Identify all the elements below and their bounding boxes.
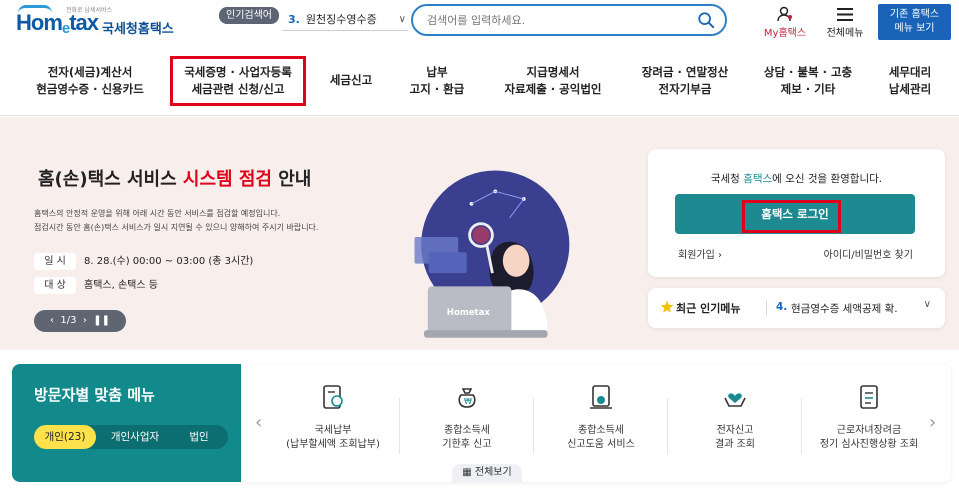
divider xyxy=(667,398,668,454)
tab-sole-proprietor[interactable]: 개인사업자 xyxy=(100,425,170,449)
chevron-down-icon: ∨ xyxy=(398,14,406,25)
svg-text:₩: ₩ xyxy=(464,397,472,406)
visitor-menu-title: 방문자별 맞춤 메뉴 xyxy=(34,386,155,404)
divider xyxy=(399,398,400,454)
popular-search-dropdown[interactable]: 3. 원천징수영수증 ∨ xyxy=(282,9,408,31)
search-input[interactable] xyxy=(427,10,687,30)
my-hometax-label: My홈택스 xyxy=(763,28,807,39)
service-item-tax-payment[interactable]: 국세납부 (납부할세액 조회납부) xyxy=(267,384,399,456)
search-box xyxy=(411,4,727,36)
grid-icon: ▦ xyxy=(462,467,472,478)
service-item-efiling-result[interactable]: 전자신고 결과 조회 xyxy=(669,384,801,456)
welcome-text: 국세청 홈택스에 오신 것을 환영합니다. xyxy=(648,171,945,186)
view-all-button[interactable]: ▦ 전체보기 xyxy=(452,464,522,482)
hero-title-part: 안내 xyxy=(271,169,312,190)
service-label: 국세납부 (납부할세액 조회납부) xyxy=(286,425,380,450)
maintenance-illustration: Hometax xyxy=(414,170,570,338)
date-value: 8. 28.(수) 00:00 ~ 03:00 (총 3시간) xyxy=(84,256,254,267)
find-account-link[interactable]: 아이디/비밀번호 찾기 xyxy=(824,246,913,261)
chevron-down-icon[interactable]: ∨ xyxy=(924,299,931,310)
service-item-late-filing[interactable]: ₩ 종합소득세 기한후 신고 xyxy=(401,384,533,456)
welcome-part: 에 오신 것을 환영합니다. xyxy=(772,173,883,185)
target-tag: 대 상 xyxy=(34,277,76,294)
tab-corporation[interactable]: 법인 xyxy=(174,425,224,449)
rank-text: 원천징수영수증 xyxy=(305,13,377,26)
visitor-menu-panel: 방문자별 맞춤 메뉴 개인(23) 개인사업자 법인 xyxy=(12,364,241,482)
nav-item-einvoice[interactable]: 전자(세금)계산서 현금영수증 · 신용카드 xyxy=(28,64,152,104)
info-row-date: 일 시 8. 28.(수) 00:00 ~ 03:00 (총 3시간) xyxy=(34,252,253,270)
search-icon[interactable] xyxy=(697,11,715,29)
my-hometax-button[interactable]: My홈택스 xyxy=(756,6,814,40)
nav-item-statements[interactable]: 지급명세서 자료제출 · 공익법인 xyxy=(492,64,614,104)
service-item-filing-help[interactable]: 종합소득세 신고도움 서비스 xyxy=(535,384,667,456)
visitor-tabs: 개인(23) 개인사업자 법인 xyxy=(34,425,228,449)
document-stamp-icon xyxy=(590,385,612,409)
popular-menu-title: 최근 인기메뉴 xyxy=(676,302,741,315)
all-menu-button[interactable]: 전체메뉴 xyxy=(820,6,870,40)
nav-item-incentives[interactable]: 장려금 · 연말정산 전자기부금 xyxy=(630,64,740,104)
divider xyxy=(766,300,767,316)
nav-item-consulting[interactable]: 상담 · 불복 · 고충 제보 · 기타 xyxy=(752,64,864,104)
service-label: 전자신고 결과 조회 xyxy=(715,425,755,450)
money-bag-icon: ₩ xyxy=(458,388,476,408)
target-value: 홈택스, 손택스 등 xyxy=(84,280,158,291)
service-label: 종합소득세 기한후 신고 xyxy=(442,425,492,450)
star-icon xyxy=(660,300,674,313)
hamburger-icon xyxy=(837,8,853,21)
info-row-target: 대 상 홈택스, 손택스 등 xyxy=(34,276,158,294)
pager-count: 1/3 xyxy=(60,315,77,326)
all-menu-label: 전체메뉴 xyxy=(826,28,864,39)
nav-item-tax-filing[interactable]: 세금신고 xyxy=(318,72,384,112)
legacy-menu-button[interactable]: 기존 홈택스 메뉴 보기 xyxy=(878,4,951,40)
service-item-child-incentive[interactable]: 근로자녀장려금 정기 심사진행상황 조회 xyxy=(803,384,935,456)
hometax-logo[interactable]: Hometax 전화로 납세서비스 국세청홈택스 xyxy=(16,5,176,39)
popular-menu-item[interactable]: 현금영수증 세액공제 확. xyxy=(791,301,921,316)
hero-title-highlight: 시스템 점검 xyxy=(182,169,272,190)
divider xyxy=(801,398,802,454)
document-payment-icon xyxy=(323,385,343,409)
pause-icon[interactable]: ❚❚ xyxy=(93,315,110,326)
welcome-part: 국세청 xyxy=(710,173,744,185)
rank-number: 3. xyxy=(288,13,300,26)
highlight-box xyxy=(742,200,841,233)
main-nav: 전자(세금)계산서 현금영수증 · 신용카드 국세증명 · 사업자등록 세금관련… xyxy=(0,52,959,116)
chevron-right-icon: › xyxy=(718,250,722,261)
service-label: 근로자녀장려금 정기 심사진행상황 조회 xyxy=(819,425,919,450)
chevron-right-icon[interactable]: › xyxy=(929,412,936,433)
next-arrow-icon[interactable]: › xyxy=(83,315,87,326)
logo-tagline: 전화로 납세서비스 xyxy=(66,7,113,14)
popular-menu-rank: 4. xyxy=(776,301,788,313)
service-panel: ‹ 국세납부 (납부할세액 조회납부) ₩ 종합소득세 기한후 신고 종합소득세… xyxy=(241,364,951,482)
tab-individual[interactable]: 개인(23) xyxy=(34,425,96,449)
date-tag: 일 시 xyxy=(34,253,76,270)
hero-description: 홈택스의 안정적 운영을 위해 아래 시간 동안 서비스를 점검할 예정입니다.… xyxy=(34,209,319,232)
heart-hands-icon xyxy=(724,393,746,407)
hero-title-part: 홈(손)택스 서비스 xyxy=(38,169,183,190)
login-card: 국세청 홈택스에 오신 것을 환영합니다. 홈택스 로그인 회원가입 › 아이디… xyxy=(648,149,945,277)
prev-arrow-icon[interactable]: ‹ xyxy=(50,315,54,326)
svg-text:Hometax: Hometax xyxy=(447,308,491,318)
highlight-box xyxy=(170,56,306,106)
banner-pager: ‹ 1/3 › ❚❚ xyxy=(34,310,126,332)
document-list-icon xyxy=(860,385,878,409)
header: Hometax 전화로 납세서비스 국세청홈택스 인기검색어 3. 원천징수영수증… xyxy=(0,0,959,44)
hero-title: 홈(손)택스 서비스 시스템 점검 안내 xyxy=(38,165,311,191)
chevron-left-icon[interactable]: ‹ xyxy=(255,412,262,433)
nav-item-payment[interactable]: 납부 고지 · 환급 xyxy=(392,64,482,104)
service-label: 종합소득세 신고도움 서비스 xyxy=(567,425,635,450)
popular-menu-bar[interactable]: 최근 인기메뉴 4. 현금영수증 세액공제 확. ∨ xyxy=(648,288,945,328)
join-link[interactable]: 회원가입 › xyxy=(678,246,722,261)
view-all-label: 전체보기 xyxy=(474,467,512,478)
nav-item-tax-agent[interactable]: 세무대리 납세관리 xyxy=(870,64,950,104)
popular-search-tag: 인기검색어 xyxy=(219,7,279,24)
user-icon xyxy=(777,6,792,22)
logo-korean-name: 국세청홈택스 xyxy=(102,22,174,37)
join-label: 회원가입 xyxy=(678,250,715,261)
divider xyxy=(533,398,534,454)
welcome-brand: 홈택스 xyxy=(743,173,773,185)
